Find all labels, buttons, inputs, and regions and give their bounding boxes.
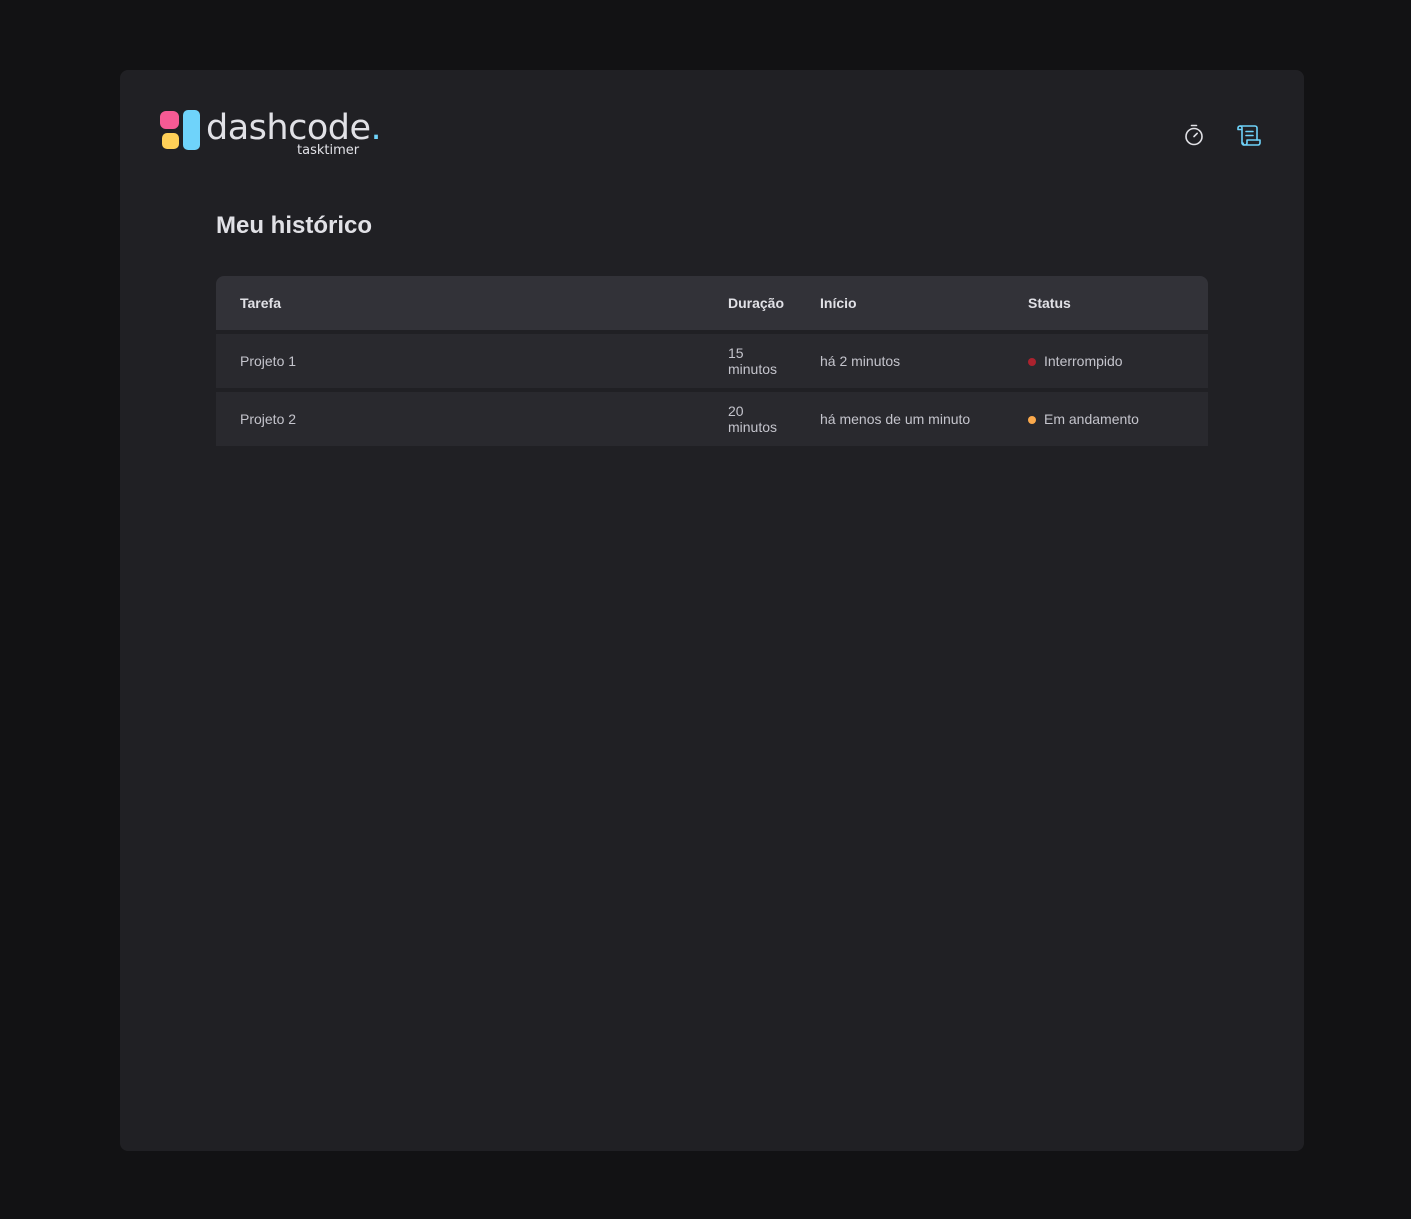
nav-timer-link[interactable] [1179, 120, 1209, 150]
table-row: Projeto 2 20 minutos há menos de um minu… [216, 392, 1208, 446]
table-header-row: Tarefa Duração Início Status [216, 276, 1208, 330]
status-label: Interrompido [1044, 353, 1123, 369]
page-title: Meu histórico [216, 212, 373, 239]
header-status: Status [1004, 276, 1208, 330]
logo-yellow-block [162, 133, 179, 149]
cell-status: Interrompido [1004, 334, 1208, 388]
nav-history-link[interactable] [1234, 120, 1264, 150]
status-label: Em andamento [1044, 411, 1139, 427]
logo-blue-block [183, 110, 200, 150]
main-nav [1179, 120, 1264, 150]
header-task: Tarefa [216, 276, 704, 330]
brand-dot: . [370, 108, 382, 148]
status-dot-icon [1028, 358, 1036, 366]
cell-duration: 20 minutos [704, 392, 796, 446]
scroll-icon [1237, 125, 1261, 146]
cell-status: Em andamento [1004, 392, 1208, 446]
header: dashcode. tasktimer [160, 108, 1264, 164]
table-row: Projeto 1 15 minutos há 2 minutos Interr… [216, 334, 1208, 388]
cell-task: Projeto 2 [216, 392, 704, 446]
brand-subtitle: tasktimer [297, 143, 360, 158]
cell-task: Projeto 1 [216, 334, 704, 388]
cell-start: há 2 minutos [796, 334, 1004, 388]
header-start: Início [796, 276, 1004, 330]
history-table-container: Tarefa Duração Início Status Projeto 1 1… [216, 276, 1208, 450]
header-duration: Duração [704, 276, 796, 330]
cell-start: há menos de um minuto [796, 392, 1004, 446]
cell-duration: 15 minutos [704, 334, 796, 388]
status-dot-icon [1028, 416, 1036, 424]
app-container: dashcode. tasktimer Meu histórico Tarefa… [120, 70, 1304, 1151]
history-table: Tarefa Duração Início Status Projeto 1 1… [216, 272, 1208, 450]
logo: dashcode. tasktimer [160, 108, 382, 164]
brand-text: dashcode [206, 108, 371, 148]
timer-icon [1185, 124, 1203, 146]
logo-pink-block [160, 111, 179, 129]
